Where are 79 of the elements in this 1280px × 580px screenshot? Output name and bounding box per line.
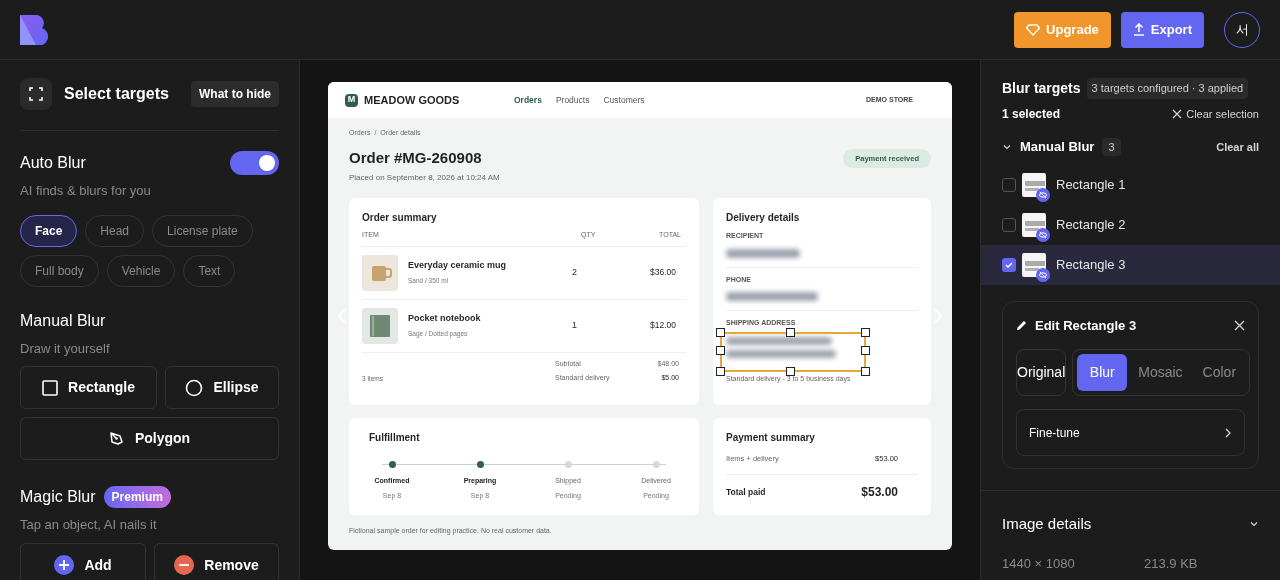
card-title: Payment summary bbox=[726, 431, 816, 445]
square-icon bbox=[42, 379, 59, 396]
mode-tab[interactable]: Blur bbox=[1077, 354, 1128, 391]
total-label: Total paid bbox=[726, 485, 766, 499]
upload-icon bbox=[1132, 23, 1145, 36]
section-title: Image details bbox=[1002, 514, 1092, 534]
count-badge: 3 bbox=[1102, 137, 1121, 156]
target-row[interactable]: Rectangle 3 bbox=[981, 244, 1280, 285]
image-dimensions: 1440 × 1080 bbox=[1002, 554, 1076, 573]
notebook-icon bbox=[362, 307, 398, 344]
circle-icon bbox=[185, 378, 204, 397]
nav-link[interactable]: Products bbox=[555, 93, 590, 107]
brand-name: MEADOW GOODS bbox=[364, 92, 461, 108]
what-to-hide-button[interactable]: What to hide bbox=[191, 81, 279, 107]
section-title: Magic Blur bbox=[20, 487, 96, 507]
minus-icon bbox=[174, 555, 195, 575]
product-name: Everyday ceramic mug bbox=[408, 259, 508, 273]
mug-icon bbox=[362, 254, 398, 291]
summary-badge: 3 targets configured · 3 applied bbox=[1086, 78, 1249, 99]
file-size: 213.9 KB bbox=[1144, 554, 1198, 573]
pencil-icon bbox=[1016, 319, 1027, 331]
draw-tool-button[interactable]: Polygon bbox=[20, 417, 279, 460]
card-title: Delivery details bbox=[726, 211, 801, 225]
export-button[interactable]: Export bbox=[1120, 11, 1204, 48]
section-subtitle: AI finds & blurs for you bbox=[20, 182, 152, 200]
group-title: Manual Blur bbox=[1020, 138, 1095, 156]
panel-title: Select targets bbox=[64, 84, 169, 104]
section-title: Auto Blur bbox=[20, 153, 86, 173]
check-icon bbox=[1004, 259, 1014, 270]
section-subtitle: Tap an object, AI nails it bbox=[20, 516, 158, 534]
diamond-icon bbox=[1026, 23, 1041, 36]
mode-tab[interactable]: Mosaic bbox=[1129, 354, 1192, 391]
checkbox[interactable] bbox=[1002, 257, 1016, 272]
brand-logo: M bbox=[345, 93, 358, 107]
magic-action-button[interactable]: Add bbox=[20, 542, 146, 580]
selected-count: 1 selected bbox=[1002, 106, 1061, 123]
draw-tool-button[interactable]: Rectangle bbox=[20, 366, 157, 409]
nav-link[interactable]: Customers bbox=[603, 93, 645, 107]
chevron-right-icon bbox=[1224, 427, 1232, 438]
table-cell: $12.00 bbox=[650, 319, 676, 332]
toggle-switch[interactable] bbox=[230, 151, 279, 175]
section-title: Manual Blur bbox=[20, 310, 107, 331]
product-name: Pocket notebook bbox=[408, 312, 482, 326]
clear-selection-button[interactable]: Clear selection bbox=[1172, 105, 1259, 123]
filter-chip[interactable]: Face bbox=[20, 214, 78, 247]
eye-off-icon bbox=[1036, 187, 1050, 202]
close-icon bbox=[1172, 109, 1183, 119]
plus-icon bbox=[54, 555, 75, 575]
target-row[interactable]: Rectangle 2 bbox=[981, 204, 1280, 245]
section-subtitle: Draw it yourself bbox=[20, 339, 111, 358]
premium-badge: Premium bbox=[103, 486, 171, 508]
eye-off-icon bbox=[1036, 267, 1050, 282]
order-date: Placed on September 8, 2026 at 10:24 AM bbox=[349, 172, 500, 184]
total-value: $53.00 bbox=[861, 484, 898, 502]
draw-tool-button[interactable]: Ellipse bbox=[165, 366, 279, 409]
eye-off-icon bbox=[1036, 227, 1050, 242]
checkbox[interactable] bbox=[1002, 217, 1016, 232]
card-title: Fulfillment bbox=[368, 431, 421, 445]
table-cell-text: 2 bbox=[572, 265, 578, 279]
mode-tab[interactable]: Color bbox=[1193, 354, 1246, 391]
target-row[interactable]: Rectangle 1 bbox=[981, 164, 1280, 205]
magic-action-button[interactable]: Remove bbox=[154, 542, 279, 580]
order-title: Order #MG-260908 bbox=[349, 147, 483, 168]
focus-icon bbox=[20, 78, 52, 110]
nav-link[interactable]: Orders bbox=[514, 93, 542, 107]
checkbox[interactable] bbox=[1002, 177, 1016, 192]
pen-tool-icon bbox=[108, 430, 125, 447]
original-button[interactable]: Original bbox=[1016, 349, 1067, 396]
close-icon[interactable] bbox=[1234, 319, 1245, 331]
clear-all-button[interactable]: Clear all bbox=[1216, 138, 1259, 155]
fine-tune-button[interactable]: Fine-tune bbox=[1016, 409, 1245, 456]
table-cell-text: 1 bbox=[572, 318, 578, 332]
edit-title: Edit Rectangle 3 bbox=[1035, 316, 1137, 335]
target-label: Rectangle 2 bbox=[1056, 215, 1126, 234]
panel-title: Blur targets bbox=[1002, 79, 1081, 98]
target-label: Rectangle 1 bbox=[1056, 175, 1126, 194]
table-cell: $36.00 bbox=[650, 266, 676, 279]
card-title: Order summary bbox=[362, 211, 438, 225]
target-label: Rectangle 3 bbox=[1056, 255, 1126, 274]
